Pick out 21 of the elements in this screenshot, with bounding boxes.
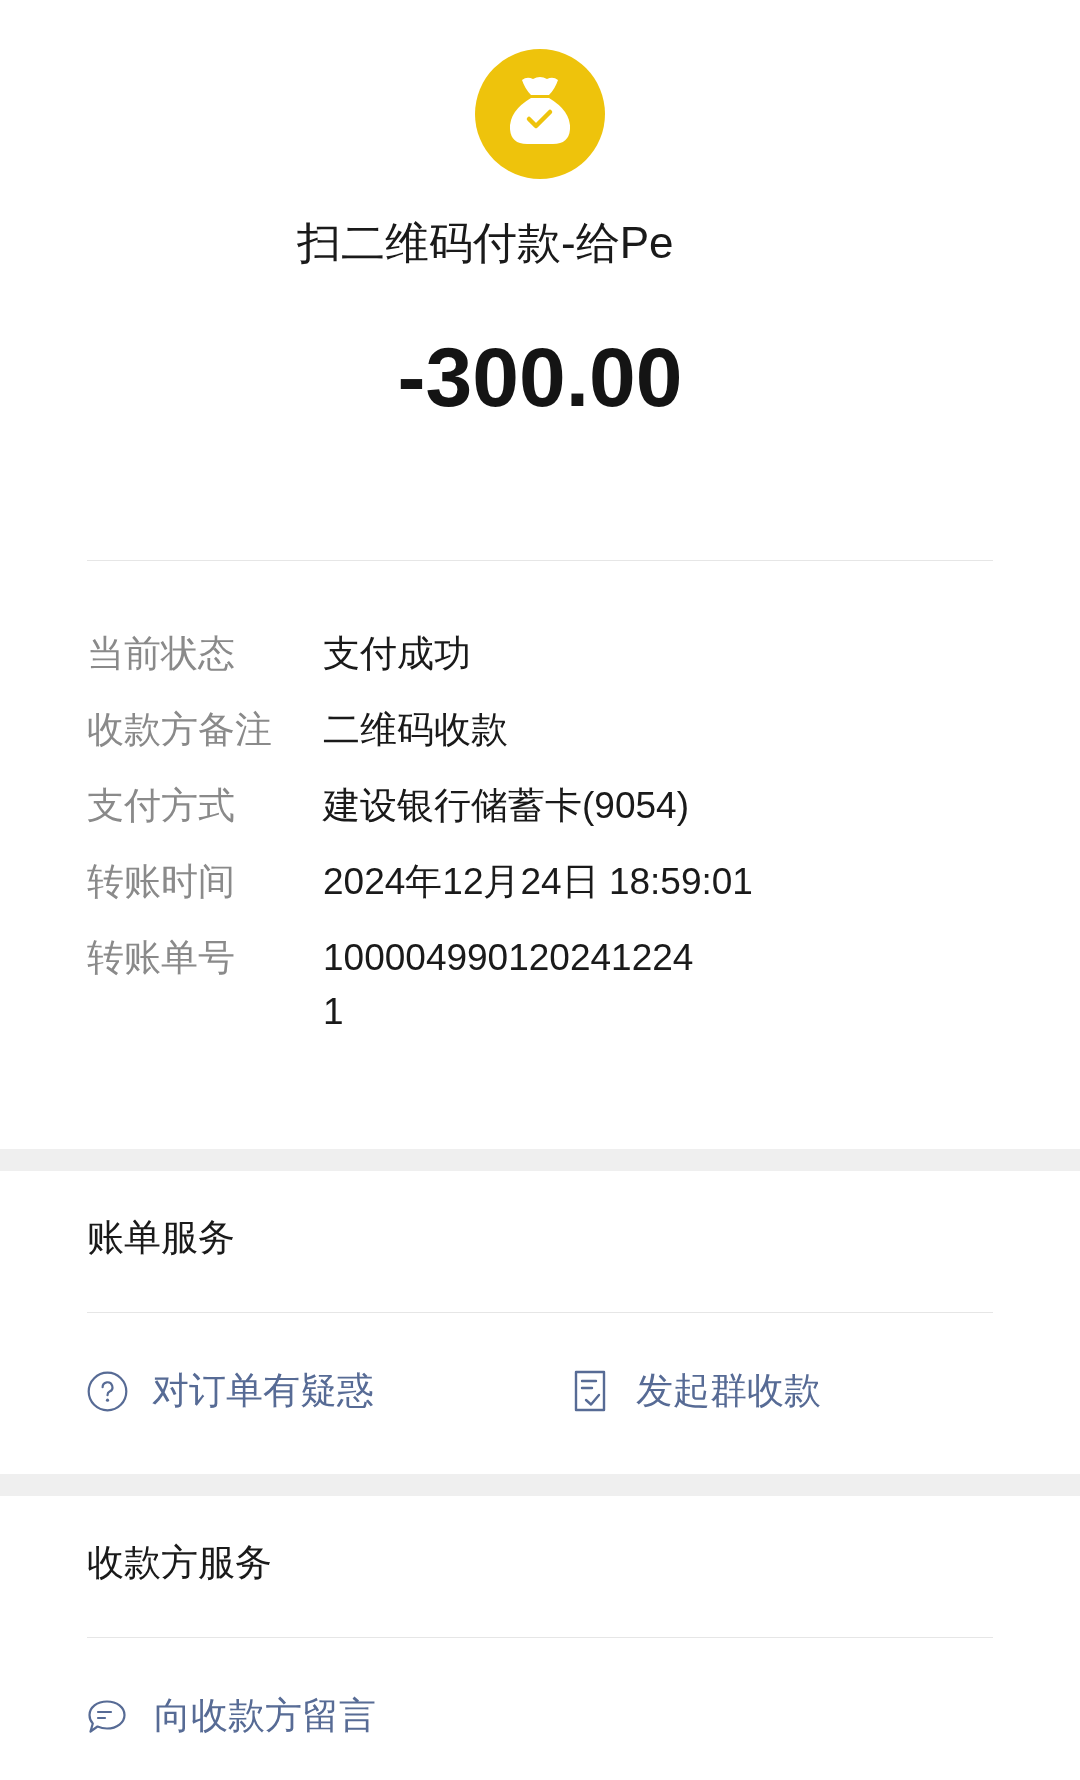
service-link[interactable]: 对订单有疑惑 xyxy=(87,1364,374,1418)
detail-value: 二维码收款 xyxy=(323,708,508,752)
section-title: 收款方服务 xyxy=(87,1541,272,1585)
payment-title: 扫二维码付款-给Pe xyxy=(297,217,674,269)
detail-label: 当前状态 xyxy=(87,632,235,676)
service-link[interactable]: 发起群收款 xyxy=(574,1364,821,1418)
detail-label: 转账时间 xyxy=(87,860,235,904)
detail-value: 建设银行储蓄卡(9054) xyxy=(323,784,689,828)
detail-value: 支付成功 xyxy=(323,632,471,676)
detail-value: 2024年12月24日 18:59:01 xyxy=(323,860,753,904)
detail-value: 100004990120241224 1 xyxy=(323,936,694,1034)
help-icon xyxy=(87,1370,128,1412)
detail-label: 转账单号 xyxy=(87,936,235,980)
money-bag-icon xyxy=(475,49,605,179)
service-link[interactable]: 向收款方留言 xyxy=(87,1689,376,1743)
document-check-icon xyxy=(574,1370,606,1412)
amount-text: -300.00 xyxy=(397,329,683,426)
section-title: 账单服务 xyxy=(87,1216,235,1260)
detail-label: 收款方备注 xyxy=(87,708,272,752)
chat-bubble-icon xyxy=(87,1698,127,1734)
detail-label: 支付方式 xyxy=(87,784,235,828)
